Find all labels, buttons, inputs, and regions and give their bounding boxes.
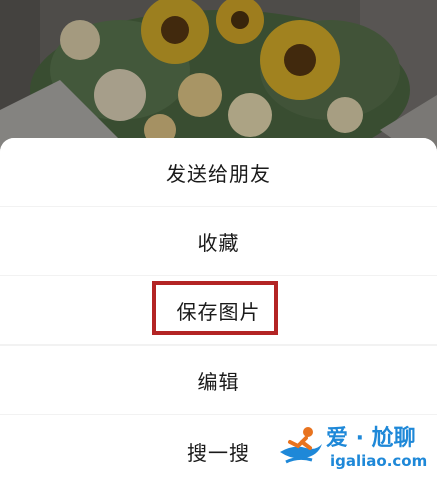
screen: 发送给朋友 收藏 保存图片 编辑 搜一搜 爱 · 尬聊 igaliao.com xyxy=(0,0,437,488)
watermark-text-en: igaliao.com xyxy=(330,452,428,470)
site-watermark: 爱 · 尬聊 igaliao.com xyxy=(270,414,430,480)
search-label: 搜一搜 xyxy=(187,441,250,465)
watermark-text-cn: 爱 · 尬聊 xyxy=(326,426,416,451)
favorite-label: 收藏 xyxy=(197,230,240,255)
send-to-friend-label: 发送给朋友 xyxy=(166,161,271,186)
save-image-label: 保存图片 xyxy=(176,299,261,324)
edit-label: 编辑 xyxy=(197,369,240,394)
favorite-button[interactable]: 收藏 xyxy=(0,207,437,275)
edit-button[interactable]: 编辑 xyxy=(0,346,437,414)
runner-logo-icon xyxy=(280,427,322,464)
save-image-button[interactable]: 保存图片 xyxy=(0,276,437,344)
send-to-friend-button[interactable]: 发送给朋友 xyxy=(0,138,437,206)
